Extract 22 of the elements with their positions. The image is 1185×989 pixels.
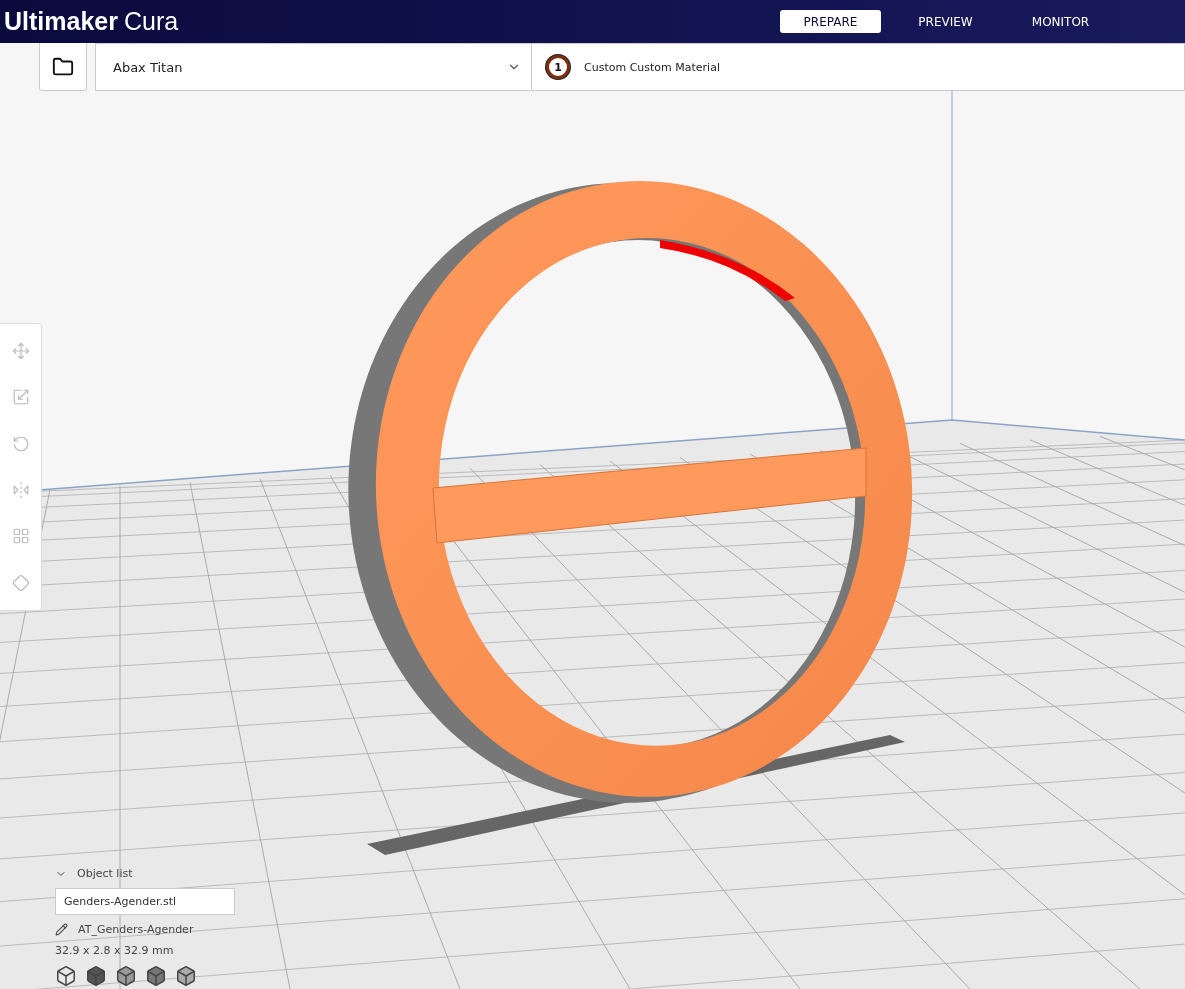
stage-tab[interactable]: PREVIEW: [895, 10, 996, 33]
folder-icon: [52, 55, 74, 78]
object-list-item[interactable]: Genders-Agender.stl: [55, 888, 235, 915]
diamond-icon: [11, 573, 30, 592]
pencil-icon: [55, 923, 68, 936]
camera-view-button[interactable]: [55, 965, 77, 987]
camera-view-button[interactable]: [85, 965, 107, 987]
scale-icon: [11, 388, 30, 407]
open-file-button[interactable]: [39, 43, 87, 91]
camera-view-button[interactable]: [115, 965, 137, 987]
rotate-icon: [11, 434, 30, 453]
move-icon: [11, 342, 30, 361]
grid-icon: [11, 527, 30, 546]
stage-tab[interactable]: PREPARE: [780, 10, 881, 33]
stage-tab[interactable]: MONITOR: [1010, 10, 1111, 33]
mirror-icon: [11, 481, 30, 500]
object-list-toggle[interactable]: Object list: [55, 867, 235, 880]
job-name: AT_Genders-Agender: [78, 923, 194, 936]
camera-view-button[interactable]: [175, 965, 197, 987]
app-logo: Ultimaker Cura: [4, 7, 179, 36]
model-dimensions: 32.9 x 2.8 x 32.9 mm: [55, 944, 175, 957]
camera-view-button[interactable]: [145, 965, 167, 987]
